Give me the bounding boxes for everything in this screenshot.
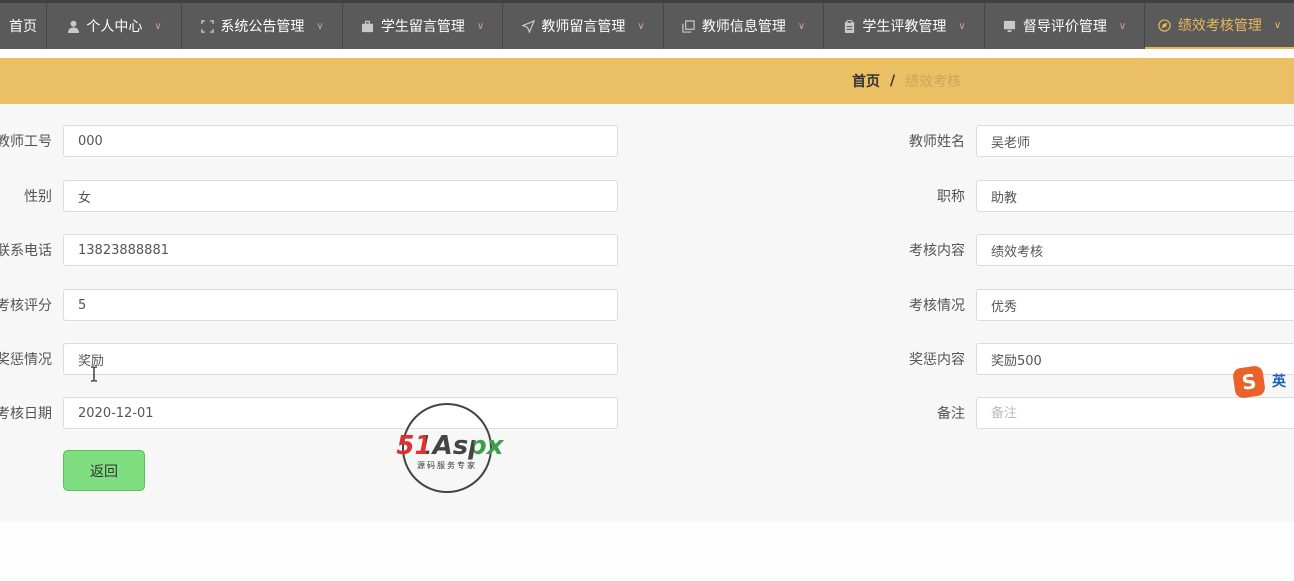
compass-icon: [1158, 18, 1172, 32]
form-row: 考核评分 考核情况: [0, 289, 1294, 323]
watermark-logo: 51Aspx 源码服务专家: [386, 402, 514, 494]
ime-mode: 英: [1272, 374, 1286, 390]
nav-supervisor-eval[interactable]: 督导评价管理 ∨: [985, 3, 1145, 49]
nav-label: 教师信息管理: [701, 19, 786, 35]
back-button[interactable]: 返回: [63, 450, 145, 491]
chevron-down-icon: ∨: [958, 20, 966, 32]
breadcrumb-band: 首页 / 绩效考核: [0, 58, 1294, 104]
content-label: 考核内容: [909, 243, 965, 259]
nav-teacher-info[interactable]: 教师信息管理 ∨: [664, 3, 824, 49]
send-icon: [521, 19, 535, 33]
teacher-name-label: 教师姓名: [909, 134, 965, 150]
nav-label: 教师留言管理: [541, 19, 626, 35]
nav-home[interactable]: 首页: [0, 3, 47, 49]
expand-icon: [200, 19, 214, 33]
form-panel: 教师工号 教师姓名 性别 职称 联系电话 考核内容 考核评分 考核情况 奖惩情况…: [0, 104, 1294, 522]
clipboard-icon: [842, 19, 856, 33]
gender-field[interactable]: [63, 180, 618, 212]
status-field[interactable]: [976, 289, 1294, 321]
monitor-icon: [1003, 19, 1017, 33]
nav-label: 督导评价管理: [1022, 19, 1107, 35]
reward-field[interactable]: [63, 343, 618, 375]
nav-student-eval[interactable]: 学生评教管理 ∨: [824, 3, 985, 49]
reward-content-label: 奖惩内容: [909, 352, 965, 368]
breadcrumb-current: 绩效考核: [905, 74, 962, 90]
chevron-down-icon: ∨: [797, 20, 806, 32]
phone-field[interactable]: [63, 234, 618, 266]
copy-icon: [682, 19, 696, 33]
phone-label: 联系电话: [0, 243, 52, 259]
content-field[interactable]: [976, 234, 1294, 266]
form-row: 性别 职称: [0, 180, 1294, 214]
teacher-no-label: 教师工号: [0, 134, 52, 150]
nav-label: 绩效考核管理: [1177, 18, 1262, 34]
watermark-brand: 51Aspx: [396, 431, 504, 461]
nav-student-message[interactable]: 学生留言管理 ∨: [343, 3, 503, 49]
briefcase-icon: [361, 19, 375, 33]
nav-label: 学生留言管理: [380, 19, 465, 35]
nav-label: 首页: [9, 19, 37, 35]
teacher-no-field[interactable]: [63, 125, 618, 157]
date-label: 考核日期: [0, 406, 52, 422]
status-label: 考核情况: [909, 298, 965, 314]
main-nav: 首页 个人中心 ∨ 系统公告管理 ∨ 学生留言管理 ∨ 教师留言管理 ∨ 教师信…: [0, 3, 1294, 49]
score-field[interactable]: [63, 289, 618, 321]
user-icon: [66, 19, 80, 33]
teacher-name-field[interactable]: [976, 125, 1294, 157]
reward-label: 奖惩情况: [0, 352, 52, 368]
chevron-down-icon: ∨: [476, 20, 485, 32]
chevron-down-icon: ∨: [316, 20, 324, 32]
chevron-down-icon: ∨: [154, 20, 162, 32]
form-row: 考核日期 备注: [0, 397, 1294, 431]
breadcrumb: 首页 / 绩效考核: [852, 58, 961, 104]
nav-label: 个人中心: [86, 19, 143, 35]
nav-label: 学生评教管理: [862, 19, 947, 35]
nav-teacher-message[interactable]: 教师留言管理 ∨: [503, 3, 664, 49]
title-field[interactable]: [976, 180, 1294, 212]
chevron-down-icon: ∨: [1118, 20, 1127, 32]
form-row: 奖惩情况 奖惩内容: [0, 343, 1294, 377]
nav-label: 系统公告管理: [220, 19, 305, 35]
form-row: 联系电话 考核内容: [0, 234, 1294, 268]
breadcrumb-separator: /: [890, 73, 896, 89]
text-cursor-icon: [91, 366, 97, 382]
nav-announcement[interactable]: 系统公告管理 ∨: [182, 3, 343, 49]
watermark-tagline: 源码服务专家: [417, 461, 477, 470]
title-label: 职称: [937, 189, 965, 205]
remark-field[interactable]: [976, 397, 1294, 429]
breadcrumb-home[interactable]: 首页: [852, 71, 880, 91]
nav-performance[interactable]: 绩效考核管理 ∨: [1145, 3, 1294, 49]
ime-indicator[interactable]: S 英: [1232, 365, 1294, 400]
gender-label: 性别: [24, 189, 52, 205]
chevron-down-icon: ∨: [637, 20, 645, 32]
sogou-logo-icon: S: [1232, 365, 1266, 399]
remark-label: 备注: [937, 406, 965, 422]
form-row: 教师工号 教师姓名: [0, 125, 1294, 159]
chevron-down-icon: ∨: [1273, 19, 1282, 31]
date-field[interactable]: [63, 397, 618, 429]
nav-personal-center[interactable]: 个人中心 ∨: [47, 3, 182, 49]
score-label: 考核评分: [0, 298, 52, 314]
